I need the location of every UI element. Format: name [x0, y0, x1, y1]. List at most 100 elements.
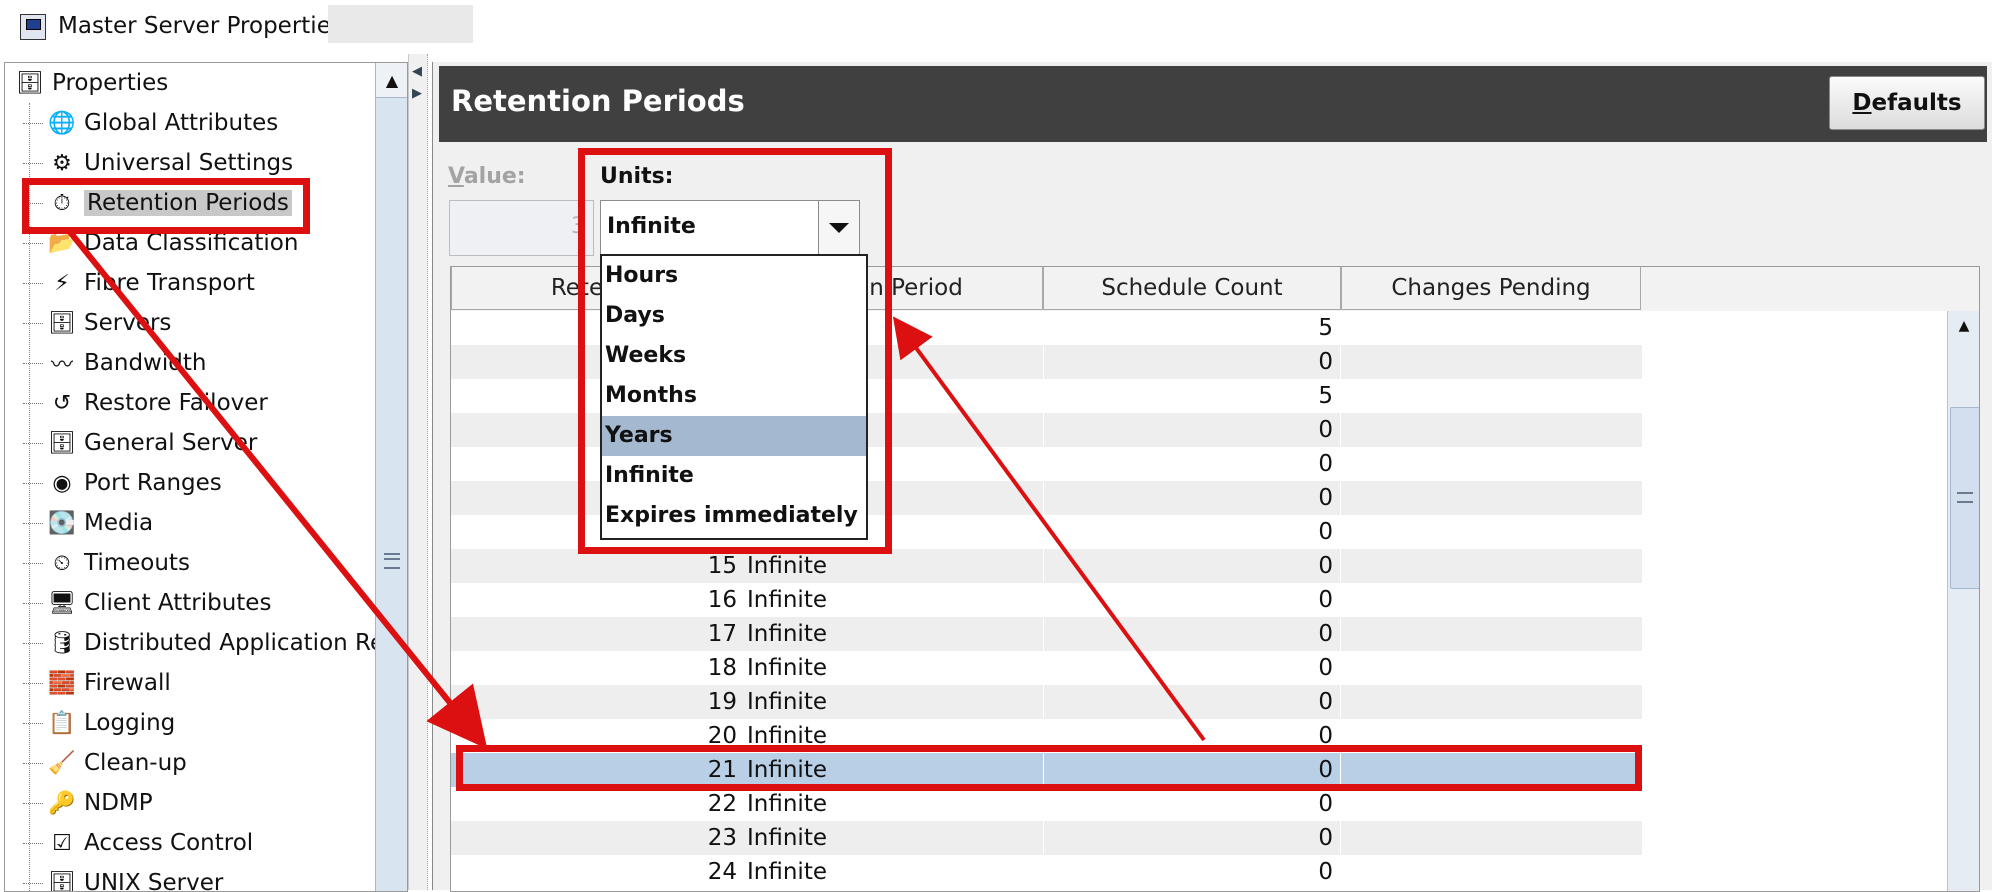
- tree-item-servers[interactable]: 🗄 Servers: [23, 306, 172, 340]
- tree-item-restore-failover[interactable]: ↺ Restore Failover: [23, 386, 268, 420]
- table-row[interactable]: 24 Infinite 0: [451, 855, 1642, 889]
- column-separator: [1340, 685, 1341, 719]
- clock-icon: ⏲: [53, 550, 71, 576]
- table-row[interactable]: 23 Infinite 0: [451, 821, 1642, 855]
- failover-icon: ↺: [52, 390, 72, 416]
- column-separator: [1340, 583, 1341, 617]
- cell-changes-pending: [1341, 549, 1639, 583]
- cell-retention-level: 17: [707, 621, 737, 647]
- cleanup-icon: 🧹: [48, 750, 76, 776]
- tree-item-unix-server[interactable]: 🗄 UNIX Server: [23, 866, 223, 891]
- cell-schedule-count: 0: [1318, 349, 1333, 375]
- column-separator: [1043, 413, 1044, 447]
- scroll-up-arrow-icon[interactable]: ▲: [376, 63, 407, 98]
- panel-splitter[interactable]: ◀ ▶: [408, 54, 428, 890]
- table-scroll-up-icon[interactable]: ▲: [1948, 311, 1979, 341]
- cell-schedule-count: 0: [1318, 485, 1333, 511]
- table-row[interactable]: 15 Infinite 0: [451, 549, 1642, 583]
- cell-changes-pending: [1341, 617, 1639, 651]
- tree-connector: [23, 323, 43, 325]
- tree-connector: [23, 163, 43, 165]
- cell-retention-period: Infinite: [747, 587, 827, 613]
- table-row[interactable]: 17 Infinite 0: [451, 617, 1642, 651]
- tree-item-label: Media: [84, 510, 154, 536]
- table-row[interactable]: 18 Infinite 0: [451, 651, 1642, 685]
- tree-connector: [23, 443, 43, 445]
- tree-item-label: Global Attributes: [84, 110, 279, 136]
- cell-retention-period: Infinite: [747, 689, 827, 715]
- table-row[interactable]: 19 Infinite 0: [451, 685, 1642, 719]
- globe-icon: 🌐: [48, 110, 76, 136]
- cell-schedule-count: 5: [1318, 383, 1333, 409]
- tree-item-global-attributes[interactable]: 🌐 Global Attributes: [23, 106, 279, 140]
- cell-retention-level: 23: [707, 825, 737, 851]
- column-separator: [1043, 345, 1044, 379]
- column-separator: [1043, 447, 1044, 481]
- tree-item-fibre-transport[interactable]: ⚡ Fibre Transport: [23, 266, 255, 300]
- cell-retention-level: 24: [707, 859, 737, 885]
- table-scroll-thumb[interactable]: [1950, 407, 1979, 589]
- cell-schedule-count: 0: [1318, 689, 1333, 715]
- tree-connector: [23, 563, 43, 565]
- tree-item-timeouts[interactable]: ⏲ Timeouts: [23, 546, 190, 580]
- cell-changes-pending: [1341, 583, 1639, 617]
- cell-changes-pending: [1341, 787, 1639, 821]
- tree-item-access-control[interactable]: ☑ Access Control: [23, 826, 253, 860]
- column-separator: [1043, 821, 1044, 855]
- tree-item-label: Port Ranges: [84, 470, 222, 496]
- annotation-box-selected-row: [456, 745, 1642, 791]
- tree-item-general-server[interactable]: 🗄 General Server: [23, 426, 257, 460]
- cell-changes-pending: [1341, 447, 1639, 481]
- cell-changes-pending: [1341, 651, 1639, 685]
- col-header-changes-pending[interactable]: Changes Pending: [1341, 267, 1641, 310]
- firewall-icon: 🧱: [48, 670, 76, 696]
- app-icon: [20, 14, 46, 40]
- tree-item-firewall[interactable]: 🧱 Firewall: [23, 666, 171, 700]
- table-row[interactable]: 16 Infinite 0: [451, 583, 1642, 617]
- tree-item-label: Bandwidth: [84, 350, 207, 376]
- cell-schedule-count: 0: [1318, 587, 1333, 613]
- tree-root-properties[interactable]: 🗄 Properties: [15, 66, 168, 100]
- window-title: Master Server Properties:: [58, 13, 351, 39]
- tree-item-bandwidth[interactable]: 〰 Bandwidth: [23, 346, 207, 380]
- access-icon: ☑: [52, 830, 72, 856]
- tree-item-label: Timeouts: [84, 550, 190, 576]
- collapse-left-icon[interactable]: ◀: [412, 64, 422, 79]
- tree-connector: [23, 803, 43, 805]
- tree-item-client-attributes[interactable]: 🖥 Client Attributes: [23, 586, 271, 620]
- column-separator: [1043, 481, 1044, 515]
- tree-connector: [23, 843, 43, 845]
- tree-item-label: Universal Settings: [84, 150, 294, 176]
- annotation-box-tree-item: [22, 178, 310, 234]
- cell-changes-pending: [1341, 821, 1639, 855]
- expand-right-icon[interactable]: ▶: [412, 86, 422, 101]
- bandwidth-icon: 〰: [50, 353, 73, 378]
- tree-item-clean-up[interactable]: 🧹 Clean-up: [23, 746, 187, 780]
- defaults-button[interactable]: Defaults: [1829, 76, 1985, 130]
- cell-changes-pending: [1341, 481, 1639, 515]
- column-separator: [1340, 447, 1341, 481]
- tree-item-ndmp[interactable]: 🔑 NDMP: [23, 786, 153, 820]
- cell-changes-pending: [1341, 515, 1639, 549]
- tree-item-distributed-application-re[interactable]: 🛢 Distributed Application Re: [23, 626, 384, 660]
- tree-scrollbar[interactable]: ▲: [375, 63, 407, 891]
- table-row[interactable]: 22 Infinite 0: [451, 787, 1642, 821]
- tree-connector: [23, 483, 43, 485]
- fibre-icon: ⚡: [54, 270, 70, 296]
- cell-retention-period: Infinite: [747, 553, 827, 579]
- tree-item-universal-settings[interactable]: ⚙ Universal Settings: [23, 146, 294, 180]
- tree-item-logging[interactable]: 📋 Logging: [23, 706, 175, 740]
- cell-retention-period: Infinite: [747, 621, 827, 647]
- value-spinner[interactable]: 3: [449, 200, 594, 256]
- panel-header: Retention Periods Defaults: [439, 66, 1987, 142]
- cell-changes-pending: [1341, 685, 1639, 719]
- table-scrollbar[interactable]: ▲: [1947, 311, 1979, 891]
- tree-item-port-ranges[interactable]: ◉ Port Ranges: [23, 466, 222, 500]
- cell-retention-level: 16: [707, 587, 737, 613]
- col-header-schedule-count[interactable]: Schedule Count: [1043, 267, 1341, 310]
- tree-item-media[interactable]: 💽 Media: [23, 506, 154, 540]
- cell-schedule-count: 0: [1318, 825, 1333, 851]
- tree-connector: [23, 363, 43, 365]
- tree-item-label: Servers: [84, 310, 172, 336]
- cell-schedule-count: 0: [1318, 519, 1333, 545]
